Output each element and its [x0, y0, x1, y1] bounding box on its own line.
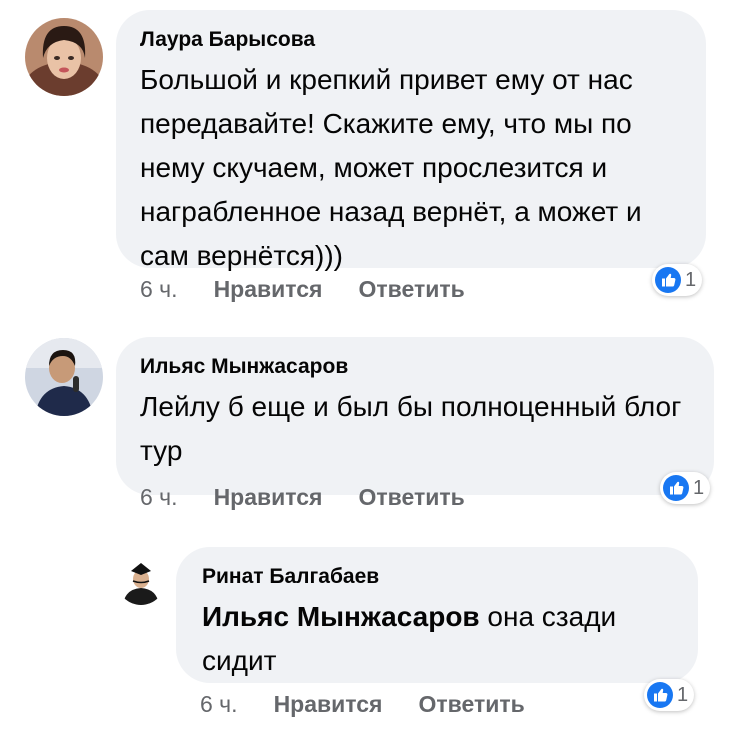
- like-button[interactable]: Нравится: [274, 691, 383, 718]
- comment-time[interactable]: 6 ч.: [140, 276, 178, 303]
- comment-actions: 6 ч. Нравится Ответить: [200, 691, 561, 718]
- comment-1: Лаура Барысова Большой и крепкий привет …: [0, 0, 750, 320]
- comment-text: Большой и крепкий привет ему от нас пере…: [140, 64, 642, 271]
- reaction-badge[interactable]: 1: [652, 264, 703, 296]
- comment-author[interactable]: Лаура Барысова: [140, 28, 682, 52]
- reaction-badge[interactable]: 1: [660, 472, 711, 504]
- avatar[interactable]: [25, 18, 103, 96]
- mention-link[interactable]: Ильяс Мынжасаров: [202, 601, 480, 632]
- comment-actions: 6 ч. Нравится Ответить: [140, 276, 501, 303]
- avatar-image: [25, 18, 103, 96]
- comment-bubble: Ринат Балгабаев Ильяс Мынжасаров она сза…: [176, 547, 698, 683]
- avatar-image: [25, 338, 103, 416]
- comment-reply: Ринат Балгабаев Ильяс Мынжасаров она сза…: [0, 535, 750, 733]
- like-button[interactable]: Нравится: [214, 276, 323, 303]
- reaction-count: 1: [693, 476, 705, 499]
- comment-text: Лейлу б еще и был бы полноценный блог ту…: [140, 391, 682, 466]
- reply-button[interactable]: Ответить: [358, 484, 464, 511]
- comment-author[interactable]: Ильяс Мынжасаров: [140, 355, 690, 379]
- avatar[interactable]: [117, 557, 165, 605]
- reaction-badge[interactable]: 1: [644, 679, 695, 711]
- comment-bubble: Лаура Барысова Большой и крепкий привет …: [116, 10, 706, 271]
- comment-time[interactable]: 6 ч.: [200, 691, 238, 718]
- like-button[interactable]: Нравится: [214, 484, 323, 511]
- like-icon: [663, 475, 689, 501]
- reaction-count: 1: [685, 268, 697, 291]
- like-icon: [655, 267, 681, 293]
- reaction-count: 1: [677, 683, 689, 706]
- like-icon: [647, 682, 673, 708]
- comment-author[interactable]: Ринат Балгабаев: [202, 565, 674, 589]
- comment-text: Ильяс Мынжасаров она сзади сидит: [202, 595, 674, 683]
- reply-button[interactable]: Ответить: [418, 691, 524, 718]
- reply-button[interactable]: Ответить: [358, 276, 464, 303]
- comment-bubble: Ильяс Мынжасаров Лейлу б еще и был бы по…: [116, 337, 714, 495]
- comment-time[interactable]: 6 ч.: [140, 484, 178, 511]
- avatar-image: [117, 557, 165, 605]
- comment-actions: 6 ч. Нравится Ответить: [140, 484, 501, 511]
- comment-2: Ильяс Мынжасаров Лейлу б еще и был бы по…: [0, 320, 750, 535]
- avatar[interactable]: [25, 338, 103, 416]
